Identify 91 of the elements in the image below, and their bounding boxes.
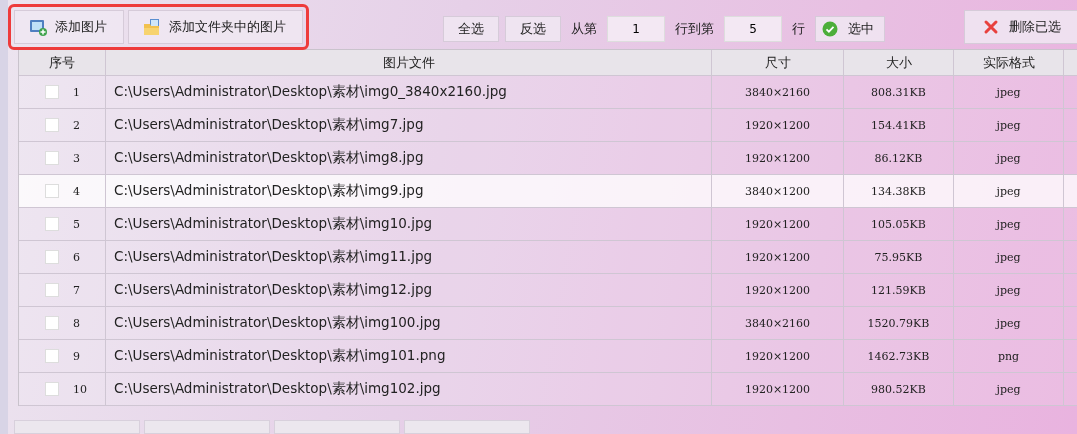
size-text: 134.38KB [871, 184, 926, 198]
dimensions-text: 1920×1200 [744, 349, 811, 363]
check-icon [822, 21, 838, 37]
image-add-icon [29, 18, 47, 36]
size-text: 154.41KB [871, 118, 926, 132]
format-text: png [997, 349, 1020, 363]
delete-selected-button[interactable]: 删除已选 [964, 10, 1077, 44]
table-row[interactable]: 9 C:\Users\Administrator\Desktop\素材\img101.png 1920×1200 1462.73KB png [19, 340, 1077, 373]
format-text: jpeg [996, 217, 1021, 231]
checkbox[interactable] [45, 283, 59, 297]
to-label: 行到第 [674, 20, 715, 38]
row-number: 9 [73, 349, 80, 363]
dimensions-text: 1920×1200 [744, 250, 811, 264]
file-path: C:\Users\Administrator\Desktop\素材\img11.jpg [114, 248, 433, 266]
table-row[interactable]: 1 C:\Users\Administrator\Desktop\素材\img0_3840x2160.jpg 3840×2160 808.31KB jpeg [19, 76, 1077, 109]
column-header[interactable]: 大小 [844, 50, 954, 75]
file-path: C:\Users\Administrator\Desktop\素材\img0_3840x2160.jpg [114, 83, 507, 101]
dimensions-text: 3840×2160 [744, 316, 811, 330]
row-label: 行 [791, 20, 806, 38]
format-text: jpeg [996, 184, 1021, 198]
table-row[interactable]: 10 C:\Users\Administrator\Desktop\素材\img102.jpg 1920×1200 980.52KB jpeg [19, 373, 1077, 406]
dimensions-text: 1920×1200 [744, 118, 811, 132]
checkbox[interactable] [45, 184, 59, 198]
checkbox[interactable] [45, 316, 59, 330]
table-row[interactable]: 2 C:\Users\Administrator\Desktop\素材\img7.jpg 1920×1200 154.41KB jpeg [19, 109, 1077, 142]
size-text: 86.12KB [874, 151, 923, 165]
file-path: C:\Users\Administrator\Desktop\素材\img102.jpg [114, 380, 441, 398]
size-text: 75.95KB [874, 250, 923, 264]
checkbox[interactable] [45, 217, 59, 231]
size-text: 1462.73KB [867, 349, 930, 363]
size-text: 808.31KB [871, 85, 926, 99]
invert-selection-button[interactable]: 反选 [505, 16, 561, 42]
checkbox[interactable] [45, 118, 59, 132]
to-row-field[interactable]: 5 [724, 16, 782, 42]
format-text: jpeg [996, 151, 1021, 165]
dimensions-text: 1920×1200 [744, 151, 811, 165]
checkbox[interactable] [45, 85, 59, 99]
row-number: 1 [73, 85, 80, 99]
from-label: 从第 [570, 20, 598, 38]
add-button[interactable]: 添加文件夹中的图片 [128, 10, 303, 44]
row-number: 2 [73, 118, 80, 132]
size-text: 980.52KB [871, 382, 926, 396]
file-path: C:\Users\Administrator\Desktop\素材\img100.jpg [114, 314, 441, 332]
dimensions-text: 1920×1200 [744, 283, 811, 297]
select-all-button[interactable]: 全选 [443, 16, 499, 42]
format-text: jpeg [996, 118, 1021, 132]
select-button[interactable]: 选中 [815, 16, 885, 42]
tab[interactable] [404, 420, 530, 434]
dimensions-text: 3840×2160 [744, 85, 811, 99]
table-row[interactable]: 8 C:\Users\Administrator\Desktop\素材\img100.jpg 3840×2160 1520.79KB jpeg [19, 307, 1077, 340]
column-header[interactable]: 实际格式 [954, 50, 1064, 75]
file-path: C:\Users\Administrator\Desktop\素材\img7.jpg [114, 116, 424, 134]
folder-image-icon [143, 18, 161, 36]
file-path: C:\Users\Administrator\Desktop\素材\img10.jpg [114, 215, 433, 233]
checkbox[interactable] [45, 151, 59, 165]
row-number: 4 [73, 184, 80, 198]
column-header[interactable]: 尺寸 [712, 50, 844, 75]
dimensions-text: 3840×1200 [744, 184, 811, 198]
table-row[interactable]: 7 C:\Users\Administrator\Desktop\素材\img12.jpg 1920×1200 121.59KB jpeg [19, 274, 1077, 307]
dimensions-text: 1920×1200 [744, 382, 811, 396]
size-text: 121.59KB [871, 283, 926, 297]
row-number: 5 [73, 217, 80, 231]
table-row[interactable]: 6 C:\Users\Administrator\Desktop\素材\img11.jpg 1920×1200 75.95KB jpeg [19, 241, 1077, 274]
row-number: 8 [73, 316, 80, 330]
tab[interactable] [274, 420, 400, 434]
row-number: 3 [73, 151, 80, 165]
dimensions-text: 1920×1200 [744, 217, 811, 231]
checkbox[interactable] [45, 349, 59, 363]
table-row[interactable]: 4 C:\Users\Administrator\Desktop\素材\img9.jpg 3840×1200 134.38KB jpeg [19, 175, 1077, 208]
file-path: C:\Users\Administrator\Desktop\素材\img9.jpg [114, 182, 424, 200]
column-header[interactable]: 序号 [19, 50, 106, 75]
row-number: 6 [73, 250, 80, 264]
format-text: jpeg [996, 85, 1021, 99]
column-header[interactable]: 图片文件 [106, 50, 712, 75]
checkbox[interactable] [45, 382, 59, 396]
table-row[interactable]: 5 C:\Users\Administrator\Desktop\素材\img10.jpg 1920×1200 105.05KB jpeg [19, 208, 1077, 241]
format-text: jpeg [996, 283, 1021, 297]
checkbox[interactable] [45, 250, 59, 264]
close-icon [983, 19, 999, 35]
format-text: jpeg [996, 250, 1021, 264]
from-row-field[interactable]: 1 [607, 16, 665, 42]
row-number: 10 [73, 382, 87, 396]
format-text: jpeg [996, 316, 1021, 330]
file-path: C:\Users\Administrator\Desktop\素材\img8.jpg [114, 149, 424, 167]
size-text: 1520.79KB [867, 316, 930, 330]
file-path: C:\Users\Administrator\Desktop\素材\img12.jpg [114, 281, 433, 299]
file-path: C:\Users\Administrator\Desktop\素材\img101.png [114, 347, 446, 365]
add-button[interactable]: 添加图片 [14, 10, 124, 44]
size-text: 105.05KB [871, 217, 926, 231]
format-text: jpeg [996, 382, 1021, 396]
row-number: 7 [73, 283, 80, 297]
